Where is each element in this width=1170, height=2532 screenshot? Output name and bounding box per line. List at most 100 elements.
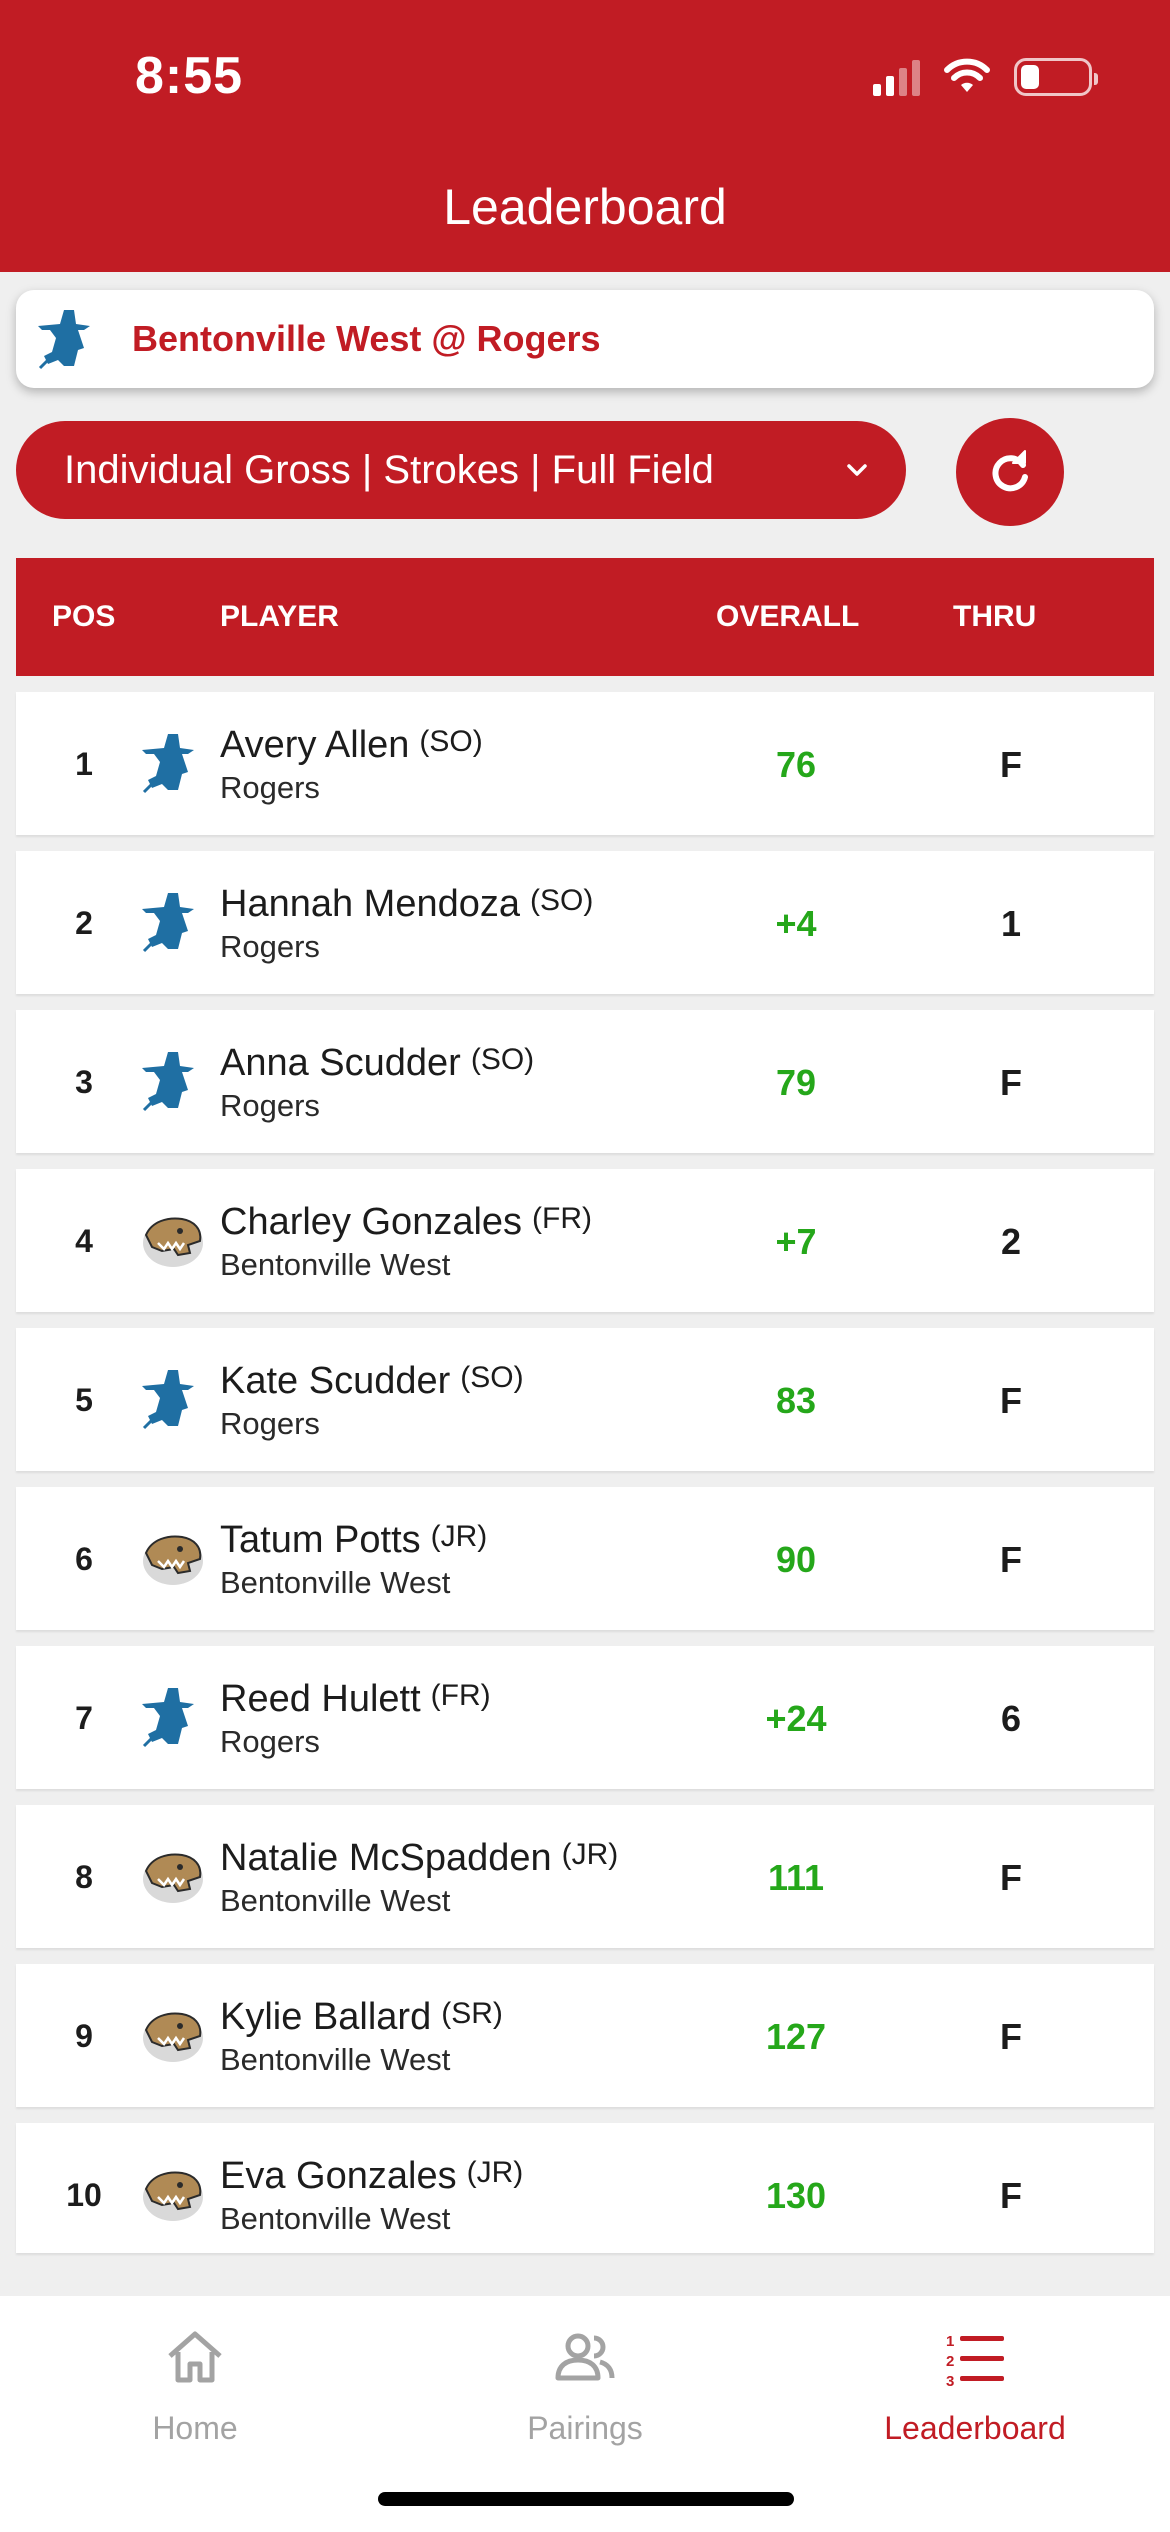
- leaderboard-table-header: POS PLAYER OVERALL THRU: [16, 558, 1154, 676]
- player-class: (FR): [430, 1679, 491, 1712]
- player-name-text: Charley Gonzales: [220, 1201, 523, 1243]
- filter-selected-value: Individual Gross | Strokes | Full Field: [64, 447, 714, 492]
- app-header: 8:55 Leaderboard: [0, 0, 1170, 272]
- player-class: (JR): [561, 1838, 619, 1871]
- player-name: Natalie McSpadden (JR): [220, 1837, 618, 1880]
- player-name-text: Tatum Potts: [220, 1519, 421, 1561]
- page-title: Leaderboard: [443, 179, 727, 235]
- table-row[interactable]: 4 Charley Gonzales (FR) Bentonville West +7 2: [16, 1169, 1154, 1312]
- match-title: Bentonville West @ Rogers: [132, 318, 601, 359]
- table-row[interactable]: 6 Tatum Potts (JR) Bentonville West 90 F: [16, 1487, 1154, 1630]
- chevron-down-icon: [847, 464, 867, 476]
- player-thru: F: [1000, 744, 1022, 785]
- row-position: 9: [75, 2018, 93, 2054]
- player-name: Hannah Mendoza (SO): [220, 883, 593, 926]
- bentonville-west-logo-icon: [138, 2159, 208, 2229]
- table-row[interactable]: 7 Reed Hulett (FR) Rogers +24 6: [16, 1646, 1154, 1789]
- player-team: Rogers: [220, 1406, 320, 1441]
- player-name-text: Hannah Mendoza: [220, 883, 520, 925]
- player-name-text: Natalie McSpadden: [220, 1837, 552, 1879]
- header-pos: POS: [52, 600, 116, 633]
- bentonville-west-logo-icon: [138, 1205, 208, 1275]
- status-time: 8:55: [135, 47, 244, 105]
- cellular-signal-icon: [873, 58, 920, 96]
- svg-text:3: 3: [946, 2373, 954, 2390]
- row-position: 3: [75, 1064, 93, 1100]
- player-thru: F: [1000, 1857, 1022, 1898]
- player-name-text: Anna Scudder: [220, 1042, 461, 1084]
- home-indicator: [378, 2492, 794, 2506]
- row-position: 8: [75, 1859, 93, 1895]
- tab-home[interactable]: Home: [0, 2322, 390, 2447]
- row-position: 1: [75, 746, 93, 782]
- player-class: (SO): [470, 1043, 535, 1076]
- player-thru: F: [1000, 2016, 1022, 2057]
- player-thru: 6: [1000, 1698, 1022, 1739]
- leaderboard-filter-dropdown[interactable]: Individual Gross | Strokes | Full Field: [16, 421, 906, 519]
- rogers-logo-icon: [138, 1364, 208, 1434]
- rogers-logo-icon: [138, 728, 208, 798]
- refresh-button[interactable]: [956, 418, 1064, 526]
- table-row[interactable]: 9 Kylie Ballard (SR) Bentonville West 127 F: [16, 1964, 1154, 2107]
- people-icon: [555, 2333, 615, 2381]
- row-position: 10: [66, 2177, 102, 2213]
- player-class: (SR): [441, 1997, 503, 2030]
- bentonville-west-logo-icon: [138, 2000, 208, 2070]
- player-name: Kylie Ballard (SR): [220, 1996, 503, 2039]
- leaderboard-rows: 1 Avery Allen (SO) Rogers 7 6 F 2 Hannah Mendoza…: [16, 692, 1154, 2253]
- svg-text:1: 1: [946, 2333, 954, 2350]
- player-thru: F: [1000, 2175, 1022, 2216]
- player-team: Rogers: [220, 1088, 320, 1123]
- row-position: 2: [75, 905, 93, 941]
- tab-leaderboard[interactable]: 1 2 3 Leaderboard: [780, 2322, 1170, 2447]
- player-name: Anna Scudder (SO): [220, 1042, 534, 1085]
- player-name-text: Eva Gonzales: [220, 2155, 457, 2197]
- header-player: PLAYER: [220, 600, 339, 633]
- player-name-text: Kylie Ballard: [220, 1996, 432, 2038]
- player-class: (SO): [460, 1361, 524, 1394]
- table-row[interactable]: 10 Eva Gonzales (JR) Bentonville West 130 F: [16, 2123, 1154, 2253]
- bentonville-west-logo-icon: [138, 1841, 208, 1911]
- status-icons: [873, 58, 1098, 96]
- row-position: 4: [75, 1223, 93, 1259]
- rogers-logo-icon: [138, 887, 208, 957]
- rogers-logo-icon: [138, 1682, 208, 1752]
- rogers-logo-icon: [38, 310, 90, 370]
- player-class: (JR): [430, 1520, 488, 1553]
- player-name: Tatum Potts (JR): [220, 1519, 487, 1562]
- table-row[interactable]: 5 Kate Scudder (SO) Rogers 83 F: [16, 1328, 1154, 1471]
- svg-text:2: 2: [946, 2353, 954, 2370]
- refresh-icon: [992, 450, 1028, 492]
- row-position: 5: [75, 1382, 93, 1418]
- player-team: Rogers: [220, 1724, 320, 1759]
- player-team: Rogers: [220, 770, 320, 805]
- tab-pairings-label: Pairings: [527, 2410, 643, 2446]
- player-thru: 1: [1000, 903, 1022, 944]
- table-row[interactable]: 8 Natalie McSpadden (JR) Bentonville West 11…: [16, 1805, 1154, 1948]
- player-class: (SO): [419, 725, 483, 758]
- tab-pairings[interactable]: Pairings: [390, 2322, 780, 2447]
- player-name: Charley Gonzales (FR): [220, 1201, 592, 1244]
- row-position: 6: [75, 1541, 93, 1577]
- player-thru: F: [1000, 1062, 1022, 1103]
- header-overall: OVERALL: [716, 600, 860, 633]
- table-row[interactable]: 1 Avery Allen (SO) Rogers 76 F: [16, 692, 1154, 835]
- player-team: Bentonville West: [220, 1883, 451, 1918]
- table-row[interactable]: 3 Anna Scudder (SO) Rogers 79 F: [16, 1010, 1154, 1153]
- row-position: 7: [75, 1700, 93, 1736]
- table-row[interactable]: 2 Hannah Mendoza (SO) Rogers +4 1: [16, 851, 1154, 994]
- player-team: Rogers: [220, 929, 320, 964]
- player-class: (FR): [532, 1202, 593, 1235]
- player-team: Bentonville West: [220, 1247, 451, 1282]
- battery-icon: [1014, 58, 1098, 96]
- player-thru: F: [1000, 1539, 1022, 1580]
- player-name-text: Reed Hulett: [220, 1678, 421, 1720]
- player-name: Reed Hulett (FR): [220, 1678, 491, 1721]
- player-name: Avery Allen (SO): [220, 724, 483, 767]
- player-name: Eva Gonzales (JR): [220, 2155, 523, 2198]
- player-class: (JR): [466, 2156, 524, 2189]
- player-team: Bentonville West: [220, 2042, 451, 2077]
- bentonville-west-logo-icon: [138, 1523, 208, 1593]
- ranked-list-icon: 1 2 3: [946, 2333, 1004, 2390]
- match-card[interactable]: Bentonville West @ Rogers: [16, 290, 1154, 388]
